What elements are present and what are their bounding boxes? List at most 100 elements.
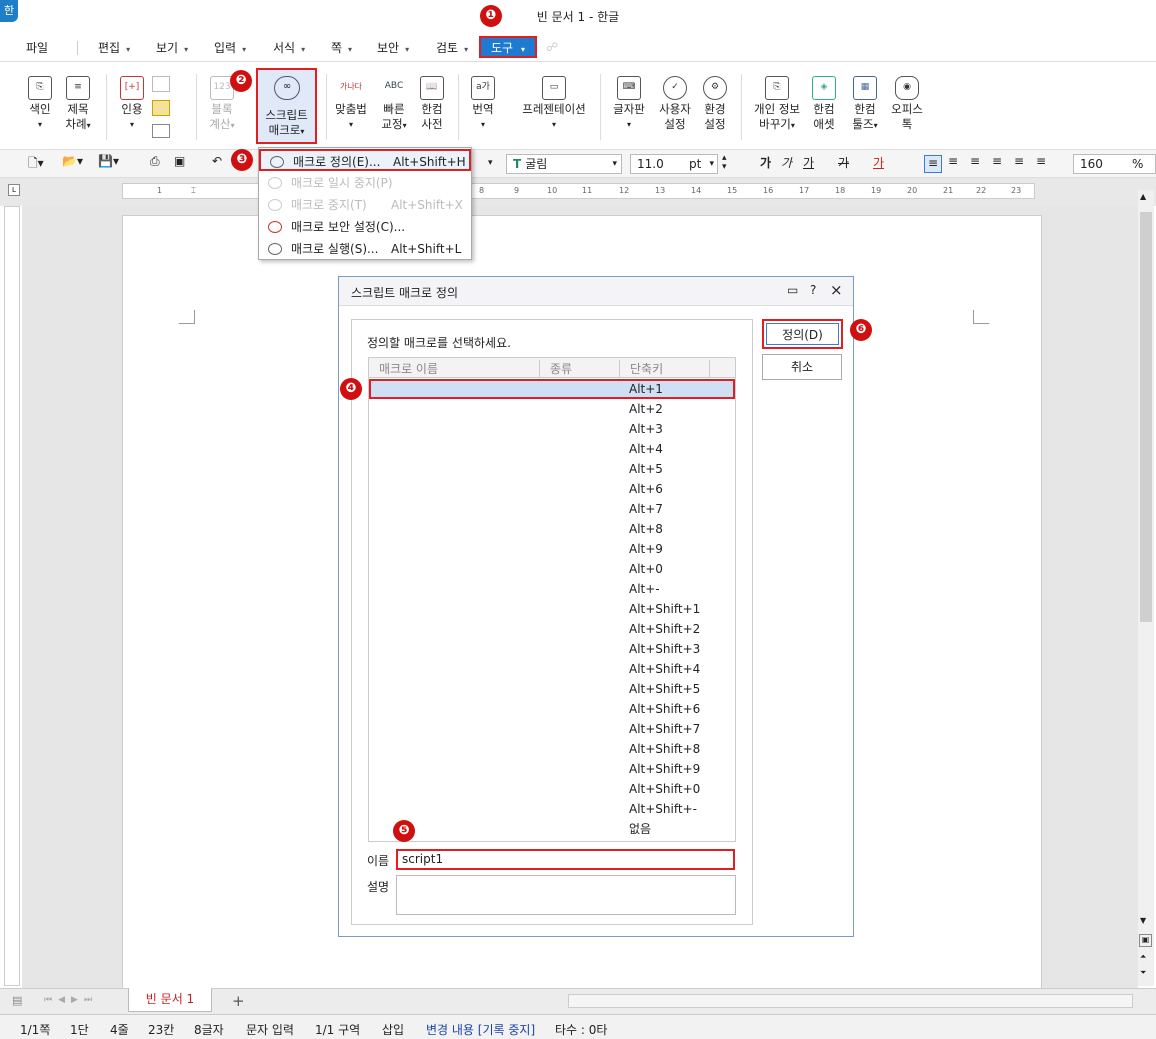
add-tab-button[interactable]: + [232, 992, 245, 1010]
translate-button[interactable]: a가 번역 ▾ [465, 76, 501, 132]
preview-icon[interactable]: ▣ [174, 154, 185, 168]
env-settings-button[interactable]: ⚙ 환경 설정 [697, 76, 733, 132]
copy-icon[interactable] [152, 76, 170, 92]
column-macro-name[interactable]: 매크로 이름 [369, 360, 540, 377]
privacy-button[interactable]: ⎘ 개인 정보 바꾸기▾ [750, 76, 804, 133]
hancom-dict-button[interactable]: 📖 한컴 사전 [414, 76, 450, 132]
menu-insert[interactable]: 입력 ▾ [214, 39, 246, 56]
menu-item-pause-macro[interactable]: 매크로 일시 중지(P) [259, 172, 471, 194]
table-row[interactable]: Alt+Shift+- [369, 799, 735, 819]
style-dropdown-arrow-icon[interactable]: ▾ [488, 158, 493, 168]
user-settings-button[interactable]: ✓ 사용자 설정 [656, 76, 694, 132]
align-left-icon[interactable]: ≡ [948, 154, 958, 168]
underline-button[interactable]: 가 [803, 154, 814, 171]
hancom-asset-button[interactable]: ◈ 한컴 애셋 [806, 76, 842, 132]
table-row[interactable]: Alt+3 [369, 419, 735, 439]
cancel-button[interactable]: 취소 [762, 354, 842, 380]
align-justify-icon[interactable]: ≡ [924, 155, 942, 173]
table-row[interactable]: Alt+Shift+2 [369, 619, 735, 639]
status-track-changes[interactable]: 변경 내용 [기록 중지] [426, 1021, 535, 1038]
scroll-down-icon[interactable]: ▼ [1140, 916, 1146, 925]
print-icon[interactable]: ⎙ [150, 154, 160, 169]
ruler-tab-marker[interactable]: ⌶ [191, 186, 196, 196]
table-row[interactable]: Alt+Shift+1 [369, 599, 735, 619]
table-row[interactable]: Alt+9 [369, 539, 735, 559]
collab-icon[interactable]: ☍ [546, 40, 558, 54]
open-folder-icon[interactable]: 📂▾ [62, 154, 83, 168]
save-icon[interactable]: 💾▾ [98, 154, 119, 168]
tab-blank-document-1[interactable]: 빈 문서 1 [128, 988, 212, 1012]
undo-icon[interactable]: ↶ [212, 154, 222, 168]
align-right-icon[interactable]: ≡ [992, 154, 1002, 168]
new-doc-icon[interactable]: 🗋▾ [28, 154, 44, 175]
highlight-icon[interactable] [152, 100, 170, 116]
table-row[interactable]: Alt+0 [369, 559, 735, 579]
table-row[interactable]: Alt+Shift+3 [369, 639, 735, 659]
menu-item-define-macro[interactable]: 매크로 정의(E)... Alt+Shift+H [259, 149, 471, 171]
align-split-icon[interactable]: ≡ [1036, 154, 1046, 168]
office-talk-button[interactable]: ◉ 오피스 톡 [888, 76, 926, 132]
ruler-corner-icon[interactable]: L [8, 184, 20, 196]
menu-page[interactable]: 쪽 ▾ [331, 39, 352, 56]
font-size-stepper[interactable]: ▴ ▾ [722, 154, 727, 172]
tab-list-icon[interactable]: ▤ [12, 994, 22, 1007]
next-page-icon[interactable]: ⏷ [1140, 968, 1146, 978]
table-row[interactable]: Alt+Shift+9 [369, 759, 735, 779]
align-distribute-icon[interactable]: ≡ [1014, 154, 1024, 168]
table-row[interactable]: Alt+Shift+5 [369, 679, 735, 699]
font-combo[interactable]: T 굴림 ▾ [506, 154, 622, 174]
strike-button[interactable]: 가 [838, 154, 849, 171]
script-macro-button[interactable]: ∞ 스크립트 매크로▾ [256, 68, 317, 144]
vertical-ruler[interactable] [4, 206, 20, 986]
table-row[interactable]: Alt+Shift+4 [369, 659, 735, 679]
table-row[interactable]: Alt+Shift+7 [369, 719, 735, 739]
scrollbar-thumb[interactable] [1140, 212, 1152, 622]
table-row[interactable]: Alt+- [369, 579, 735, 599]
macro-name-input[interactable]: script1 [396, 849, 735, 870]
italic-button[interactable]: 가 [781, 154, 792, 171]
dialog-title-bar[interactable]: 스크립트 매크로 정의 ▭ ? × [339, 277, 853, 306]
menu-security[interactable]: 보안 ▾ [377, 39, 409, 56]
table-row[interactable]: Alt+5 [369, 459, 735, 479]
macro-list[interactable]: Alt+1 Alt+2 Alt+3 Alt+4 Alt+5 Alt+6 Alt+… [368, 378, 736, 842]
toc-button[interactable]: ≡ 제목 차례▾ [60, 76, 96, 133]
keyboard-button[interactable]: ⌨ 글자판 ▾ [610, 76, 648, 132]
cite-button[interactable]: [+] 인용 ▾ [114, 76, 150, 132]
menu-item-stop-macro[interactable]: 매크로 중지(T) Alt+Shift+X [259, 194, 471, 216]
menu-item-run-macro[interactable]: 매크로 실행(S)... Alt+Shift+L [259, 238, 471, 260]
page-nav-icon[interactable]: ▣ [1139, 934, 1152, 947]
menu-item-macro-security[interactable]: 매크로 보안 설정(C)... [259, 216, 471, 238]
menu-review[interactable]: 검토 ▾ [436, 39, 468, 56]
status-page[interactable]: 1/1쪽 [20, 1021, 50, 1038]
status-insert-mode[interactable]: 삽입 [382, 1021, 404, 1038]
menu-file[interactable]: 파일 [26, 39, 48, 56]
zoom-combo[interactable]: 160% [1073, 154, 1156, 174]
column-shortcut[interactable]: 단축키 [620, 360, 710, 377]
menu-edit[interactable]: 편집 ▾ [98, 39, 130, 56]
scroll-up-icon[interactable]: ▲ [1140, 192, 1146, 201]
menu-format[interactable]: 서식 ▾ [273, 39, 305, 56]
table-row[interactable]: Alt+7 [369, 499, 735, 519]
spell-check-button[interactable]: 가나다 맞춤법 ▾ [330, 76, 372, 132]
table-row[interactable]: Alt+4 [369, 439, 735, 459]
horizontal-scrollbar[interactable] [568, 994, 1133, 1008]
bold-button[interactable]: 가 [760, 154, 771, 171]
table-row[interactable]: Alt+8 [369, 519, 735, 539]
quick-fix-button[interactable]: ABC 빠른 교정▾ [376, 76, 412, 133]
comment-icon[interactable]: ▭ [787, 283, 798, 297]
hancom-tools-button[interactable]: ▦ 한컴 툴즈▾ [846, 76, 884, 133]
presentation-button[interactable]: ▭ 프레젠테이션 ▾ [516, 76, 592, 132]
help-button[interactable]: ? [810, 283, 816, 297]
index-button[interactable]: ⎘ 색인 ▾ [22, 76, 58, 132]
menu-tools[interactable]: 도구 ▾ [479, 36, 537, 58]
table-row[interactable]: Alt+1 [369, 379, 735, 399]
font-color-button[interactable]: 가 [873, 154, 884, 171]
table-row[interactable]: Alt+Shift+6 [369, 699, 735, 719]
table-row[interactable]: Alt+Shift+0 [369, 779, 735, 799]
status-input-mode[interactable]: 문자 입력 [246, 1021, 294, 1038]
macro-description-input[interactable] [396, 875, 736, 915]
table-row[interactable]: 없음 [369, 819, 735, 839]
table-row[interactable]: Alt+6 [369, 479, 735, 499]
column-type[interactable]: 종류 [540, 360, 620, 377]
comment-icon[interactable] [152, 124, 170, 138]
